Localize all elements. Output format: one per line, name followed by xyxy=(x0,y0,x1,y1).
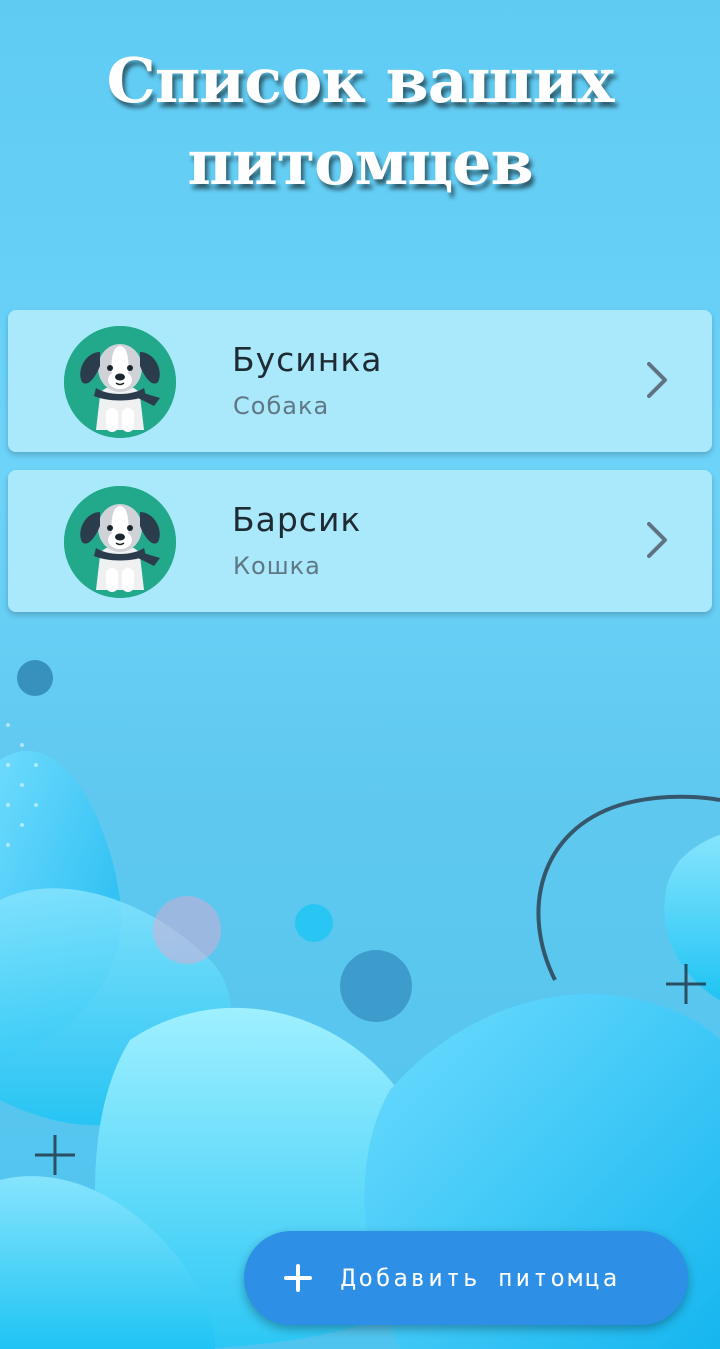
dog-avatar-icon xyxy=(64,486,176,598)
pet-name: Бусинка xyxy=(232,340,383,379)
add-pet-button[interactable]: Добавить питомца xyxy=(244,1231,688,1325)
page-title: Список ваших питомцев xyxy=(0,40,720,204)
pet-type: Собака xyxy=(233,392,330,420)
chevron-right-icon xyxy=(647,362,667,398)
pet-name: Барсик xyxy=(232,500,362,539)
add-pet-button-label: Добавить питомца xyxy=(341,1264,621,1292)
dog-avatar-icon xyxy=(64,326,176,438)
pet-type: Кошка xyxy=(233,552,321,580)
page-title-line2: питомцев xyxy=(187,126,533,199)
page-title-line1: Список ваших xyxy=(106,44,614,117)
pet-card-busynka[interactable]: Бусинка Собака xyxy=(8,310,712,452)
plus-icon xyxy=(284,1264,312,1292)
chevron-right-icon xyxy=(647,522,667,558)
pet-card-barsik[interactable]: Барсик Кошка xyxy=(8,470,712,612)
pet-list: Бусинка Собака Барсик Кошка xyxy=(8,310,712,630)
